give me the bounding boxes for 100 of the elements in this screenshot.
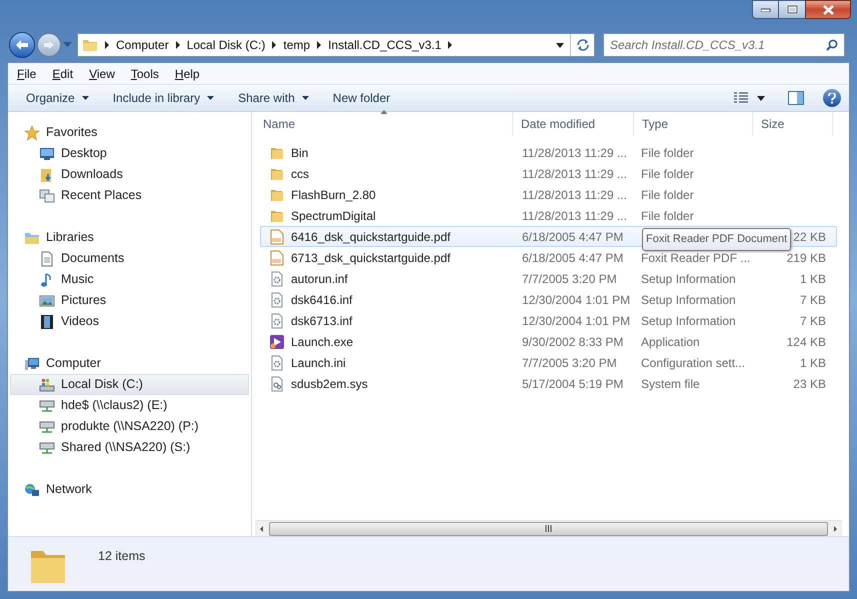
back-button[interactable] (9, 32, 35, 58)
settings-file-icon (269, 312, 285, 328)
toolbar-button[interactable]: Share with (230, 87, 317, 109)
file-name[interactable]: 6416_dsk_quickstartguide.pdf (291, 228, 450, 246)
file-name[interactable]: dsk6713.inf (291, 312, 352, 330)
file-name[interactable]: ccs (291, 164, 309, 182)
file-name[interactable]: SpectrumDigital (291, 206, 376, 224)
type-cell-text: Application (640, 334, 701, 350)
caret-icon (207, 96, 214, 100)
close-icon (822, 4, 834, 14)
sidebar-item[interactable]: Desktop (10, 143, 249, 164)
file-name[interactable]: Launch.exe (291, 332, 354, 350)
menu-item[interactable]: View (83, 64, 121, 82)
menu-item[interactable]: File (11, 64, 42, 82)
question-mark-icon (828, 92, 836, 104)
toolbar-button[interactable]: New folder (324, 87, 398, 109)
date-cell-text: 6/18/2005 4:47 PM (521, 250, 624, 266)
date-cell-text: 7/7/2005 3:20 PM (521, 270, 618, 288)
menu-item[interactable]: Edit (46, 64, 80, 82)
file-name[interactable]: Bin (291, 144, 308, 162)
network-drive-icon (39, 440, 55, 456)
file-row[interactable]: SpectrumDigital 11/28/2013 11:29 ... File folder (260, 205, 837, 226)
menu-item[interactable]: Tools (124, 64, 165, 82)
size-cell-text: 124 KB (786, 334, 826, 350)
sidebar-item[interactable]: Documents (10, 248, 249, 269)
arrow-icon[interactable] (271, 41, 278, 49)
breadcrumb[interactable]: Computer (116, 36, 169, 54)
sidebar-item[interactable]: hde$ (\\claus2) (E:) (10, 395, 249, 416)
breadcrumb[interactable]: temp (283, 36, 310, 54)
file-row[interactable]: Launch.exe 9/30/2002 8:33 PM Application 124 KB (260, 331, 837, 352)
date-cell-text: 9/30/2002 8:33 PM (521, 334, 624, 350)
sidebar-item[interactable]: Music (10, 269, 249, 290)
file-name[interactable]: FlashBurn_2.80 (291, 186, 376, 204)
arrow-icon[interactable] (447, 41, 454, 49)
search-field[interactable]: Search Install.CD_CCS_v3.1 (603, 33, 845, 57)
column-header[interactable]: Size (753, 112, 833, 136)
arrow-icon[interactable] (316, 41, 322, 49)
sidebar-item[interactable]: Videos (10, 311, 249, 332)
file-row[interactable]: ccs 11/28/2013 11:29 ... File folder (260, 163, 837, 184)
file-name[interactable]: 6713_dsk_quickstartguide.pdf (291, 248, 450, 266)
preview-pane-icon (788, 91, 804, 105)
column-header[interactable]: Type (634, 112, 753, 136)
arrow-icon[interactable] (174, 41, 181, 49)
sort-arrow-icon (380, 110, 387, 114)
file-name[interactable]: sdusb2em.sys (291, 374, 368, 392)
settings-file-icon (269, 292, 285, 308)
toolbar-button[interactable]: Include in library (104, 87, 222, 109)
refresh-icon (576, 39, 590, 51)
toolbar-button[interactable]: Organize (18, 87, 97, 109)
search-icon (826, 39, 838, 51)
help-button[interactable] (823, 89, 841, 107)
sidebar-heading[interactable]: Favorites (46, 123, 98, 142)
close-button[interactable] (805, 0, 851, 19)
file-row[interactable]: Bin 11/28/2013 11:29 ... File folder (260, 142, 837, 163)
minimize-button[interactable] (752, 0, 779, 19)
file-name[interactable]: Launch.ini (291, 354, 346, 372)
date-cell-text: 12/30/2004 1:01 PM (521, 312, 632, 330)
date-cell-text: 11/28/2013 11:29 ... (521, 166, 628, 182)
grip-icon (545, 525, 552, 532)
file-row[interactable]: dsk6713.inf 12/30/2004 1:01 PM Setup Information 7 KB (260, 310, 837, 331)
sidebar-item[interactable]: produkte (\\NSA220) (P:) (10, 416, 249, 437)
address-bar[interactable]: Computer Local Disk (C:) temp Install.CD_CCS_v3.1 (77, 33, 595, 57)
type-cell-text: Foxit Reader PDF ... (640, 250, 752, 266)
sidebar-item[interactable]: Downloads (10, 164, 249, 185)
breadcrumb[interactable]: Install.CD_CCS_v3.1 (328, 36, 442, 54)
file-row[interactable]: FlashBurn_2.80 11/28/2013 11:29 ... File folder (260, 184, 837, 205)
sidebar-heading[interactable]: Libraries (46, 228, 94, 247)
caret-icon (302, 96, 309, 100)
sidebar-item[interactable]: Pictures (10, 290, 249, 311)
file-name[interactable]: autorun.inf (291, 270, 348, 288)
back-arrow-icon (15, 39, 29, 51)
sidebar-heading[interactable]: Network (46, 480, 92, 499)
type-cell-text: File folder (640, 208, 695, 224)
sidebar-item[interactable]: Local Disk (C:) (10, 374, 249, 395)
arrow-icon[interactable] (104, 41, 110, 49)
maximize-button[interactable] (779, 0, 805, 19)
file-row[interactable]: autorun.inf 7/7/2005 3:20 PM Setup Information 1 KB (260, 268, 837, 289)
scrollbar-thumb[interactable] (269, 522, 828, 536)
menu-item[interactable]: Help (168, 64, 206, 82)
file-row[interactable]: sdusb2em.sys 5/17/2004 5:19 PM System file 23 KB (260, 373, 837, 394)
recent-places-icon (39, 188, 55, 204)
sidebar-heading[interactable]: Computer (46, 354, 101, 373)
type-cell-text: File folder (640, 166, 695, 182)
caret-icon (757, 96, 765, 100)
file-row[interactable]: Launch.ini 7/7/2005 3:20 PM Configuration sett... 1 KB (260, 352, 837, 373)
type-cell-text: File folder (640, 144, 695, 162)
file-row[interactable]: dsk6416.inf 12/30/2004 1:01 PM Setup Information 7 KB (260, 289, 837, 310)
caret-icon[interactable] (556, 42, 564, 48)
sidebar-item[interactable]: Shared (\\NSA220) (S:) (10, 437, 249, 458)
horizontal-scrollbar[interactable] (255, 520, 842, 536)
size-cell-text: 23 KB (793, 376, 826, 392)
network-icon (24, 482, 40, 498)
file-name[interactable]: dsk6416.inf (291, 290, 352, 308)
item-count: 12 items (98, 548, 146, 565)
column-header[interactable]: Date modified (513, 112, 634, 136)
forward-button[interactable] (37, 33, 61, 57)
breadcrumb[interactable]: Local Disk (C:) (186, 36, 266, 54)
column-header[interactable]: Name (255, 112, 513, 136)
minimize-icon (760, 8, 770, 12)
sidebar-item[interactable]: Recent Places (10, 185, 249, 206)
